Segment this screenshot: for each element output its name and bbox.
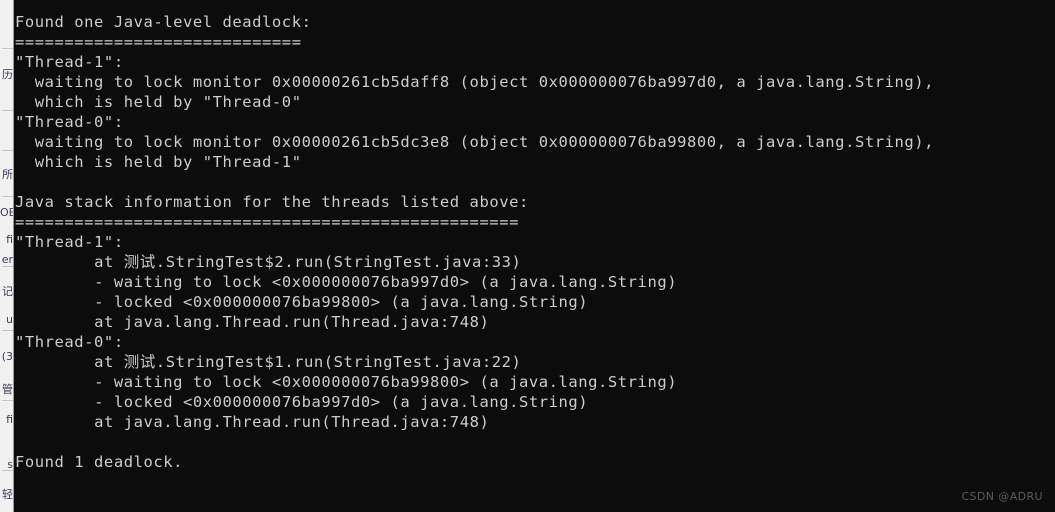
- screenshot-root: 历所OEfier记u(3管fis轻 Found one Java-level d…: [0, 0, 1055, 512]
- console-line: - locked <0x000000076ba997d0> (a java.la…: [15, 393, 589, 411]
- console-line: Found one Java-level deadlock:: [15, 13, 312, 31]
- background-window-divider: [2, 330, 13, 331]
- console-window[interactable]: Found one Java-level deadlock: ==========…: [15, 0, 1055, 512]
- console-line: Java stack information for the threads l…: [15, 193, 529, 211]
- console-output: Found one Java-level deadlock: ==========…: [15, 12, 934, 472]
- console-line: "Thread-1":: [15, 53, 124, 71]
- console-line: "Thread-0":: [15, 113, 124, 131]
- console-line: waiting to lock monitor 0x00000261cb5daf…: [15, 73, 935, 91]
- console-line: ========================================…: [15, 213, 519, 231]
- background-window-text-fragment: fi: [6, 233, 13, 246]
- console-line: at 测试.StringTest$1.run(StringTest.java:2…: [15, 353, 522, 371]
- console-line: - waiting to lock <0x000000076ba99800> (…: [15, 373, 678, 391]
- background-window-divider: [2, 150, 13, 151]
- background-window-divider: [2, 400, 13, 401]
- console-line: waiting to lock monitor 0x00000261cb5dc3…: [15, 133, 935, 151]
- background-window-sliver[interactable]: 历所OEfier记u(3管fis轻: [0, 0, 14, 512]
- console-line: "Thread-1":: [15, 233, 124, 251]
- console-line: =============================: [15, 33, 302, 51]
- console-line: at 测试.StringTest$2.run(StringTest.java:3…: [15, 253, 522, 271]
- background-window-divider: [2, 110, 13, 111]
- console-line: which is held by "Thread-0": [15, 93, 302, 111]
- console-line: - locked <0x000000076ba99800> (a java.la…: [15, 293, 589, 311]
- background-window-text-fragment: 管: [2, 383, 13, 396]
- background-window-text-fragment: 记: [2, 285, 13, 298]
- background-window-text-fragment: 轻: [2, 488, 13, 501]
- background-window-text-fragment: 所: [2, 168, 13, 181]
- background-window-text-fragment: (3: [1, 350, 13, 363]
- csdn-watermark: CSDN @ADRU: [961, 490, 1043, 503]
- console-line: at java.lang.Thread.run(Thread.java:748): [15, 413, 490, 431]
- background-window-text-fragment: 历: [2, 68, 13, 81]
- background-window-divider: [2, 48, 13, 49]
- background-window-text-fragment: OE: [0, 206, 13, 219]
- console-line: which is held by "Thread-1": [15, 153, 302, 171]
- console-line: "Thread-0":: [15, 333, 124, 351]
- console-line: Found 1 deadlock.: [15, 453, 183, 471]
- background-window-divider: [2, 470, 13, 471]
- background-window-text-fragment: u: [6, 313, 13, 326]
- background-window-text-fragment: fi: [6, 413, 13, 426]
- console-line: - waiting to lock <0x000000076ba997d0> (…: [15, 273, 678, 291]
- console-line: at java.lang.Thread.run(Thread.java:748): [15, 313, 490, 331]
- background-window-divider: [2, 266, 13, 267]
- background-window-text-fragment: er: [1, 253, 13, 266]
- background-window-divider: [2, 196, 13, 197]
